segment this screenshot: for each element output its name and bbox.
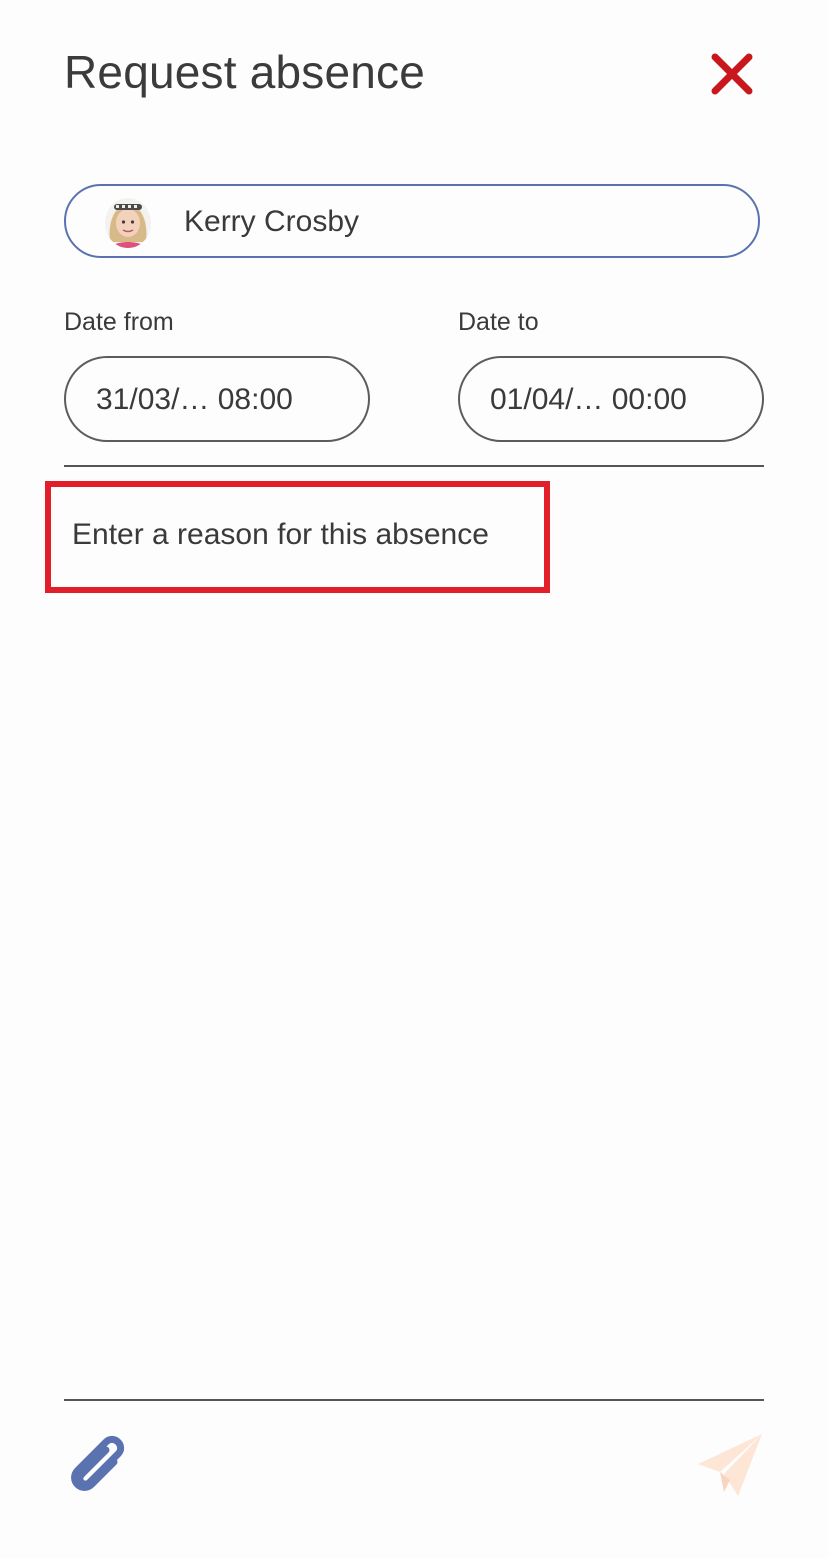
close-button[interactable]: [702, 44, 762, 104]
send-icon: [698, 1434, 762, 1496]
send-button[interactable]: [696, 1430, 766, 1500]
date-to-input[interactable]: 01/04/… 00:00: [458, 356, 764, 442]
attach-button[interactable]: [66, 1432, 130, 1498]
date-to-label: Date to: [458, 308, 539, 336]
date-from-input[interactable]: 31/03/… 08:00: [64, 356, 370, 442]
date-from-label: Date from: [64, 308, 174, 336]
request-absence-screen: Request absence Kerry Crosby Date from D…: [0, 0, 828, 1558]
close-icon: [711, 53, 753, 95]
paperclip-icon: [71, 1435, 125, 1491]
reason-highlight-box: [45, 481, 550, 593]
student-select[interactable]: Kerry Crosby: [64, 184, 760, 258]
avatar: [105, 198, 151, 248]
page-title: Request absence: [64, 46, 426, 98]
student-name: Kerry Crosby: [184, 205, 360, 238]
top-divider: [64, 465, 764, 467]
bottom-divider: [64, 1399, 764, 1401]
